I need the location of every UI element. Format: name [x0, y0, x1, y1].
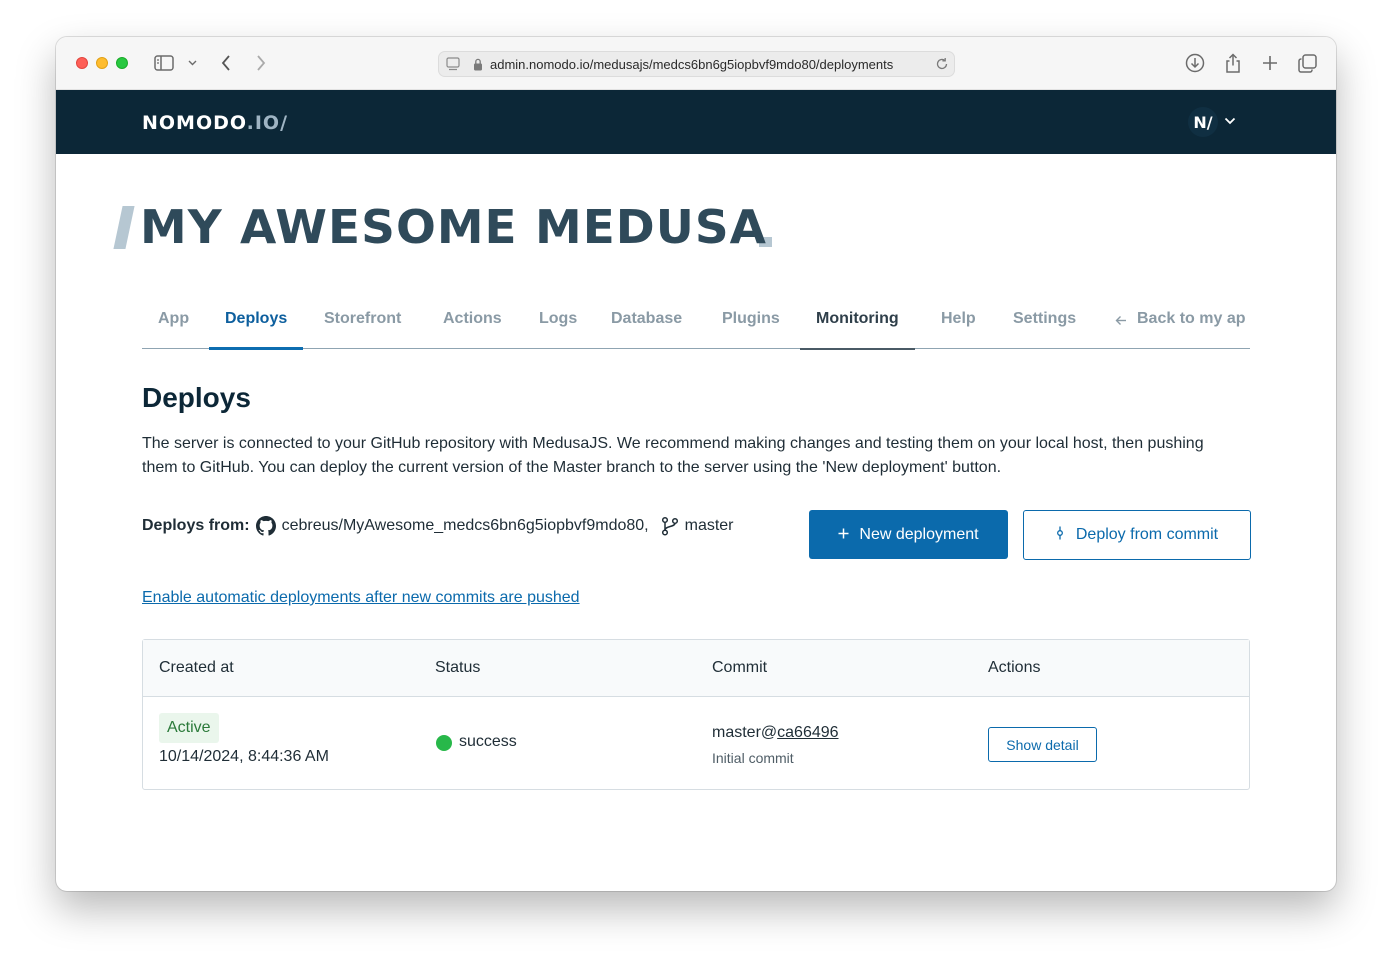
new-deployment-label: New deployment: [859, 525, 979, 543]
tab-back-to-apps[interactable]: Back to my ap: [1115, 295, 1245, 349]
branch-name: master: [684, 517, 734, 534]
commit-icon: [1056, 526, 1064, 545]
section-description: The server is connected to your GitHub r…: [142, 435, 1204, 476]
commit-hash-link[interactable]: ca66496: [777, 724, 838, 741]
new-deployment-button[interactable]: New deployment: [809, 510, 1008, 559]
commit-message: Initial commit: [712, 750, 794, 766]
show-detail-button[interactable]: Show detail: [988, 727, 1097, 762]
tab-bar: App Deploys Storefront Actions Logs Data…: [142, 295, 1250, 350]
column-actions: Actions: [988, 659, 1041, 676]
tab-database[interactable]: Database: [611, 295, 682, 349]
reload-icon[interactable]: [935, 57, 949, 74]
tab-overview-icon[interactable]: [1296, 53, 1318, 73]
project-title: MY AWESOME MEDUSA: [113, 199, 772, 255]
close-window-button[interactable]: [76, 57, 88, 69]
git-branch-icon: [661, 516, 679, 536]
commit-ref: master@ca66496: [712, 724, 839, 742]
back-arrow-icon[interactable]: [218, 53, 234, 73]
logo-text: NOMODO: [142, 112, 247, 134]
github-icon: [255, 516, 276, 536]
deploys-from: Deploys from: cebreus/MyAwesome_medcs6bn…: [142, 516, 734, 536]
tab-app[interactable]: App: [158, 295, 189, 349]
tab-settings[interactable]: Settings: [1013, 295, 1076, 349]
deployments-table: Created at Status Commit Actions Active …: [142, 639, 1250, 790]
repo-name[interactable]: cebreus/MyAwesome_medcs6bn6g5iopbvf9mdo8…: [282, 517, 649, 535]
browser-toolbar: admin.nomodo.io/medusajs/medcs6bn6g5iopb…: [56, 37, 1336, 90]
url-text: admin.nomodo.io/medusajs/medcs6bn6g5iopb…: [490, 57, 894, 72]
address-bar[interactable]: admin.nomodo.io/medusajs/medcs6bn6g5iopb…: [438, 51, 955, 77]
browser-window: admin.nomodo.io/medusajs/medcs6bn6g5iopb…: [56, 37, 1336, 891]
status-badge: Active: [159, 713, 219, 743]
forward-arrow-icon[interactable]: [253, 53, 269, 73]
tab-help[interactable]: Help: [941, 295, 976, 349]
tab-plugins[interactable]: Plugins: [722, 295, 780, 349]
lock-icon: [473, 58, 483, 74]
tab-back-label: Back to my ap: [1137, 310, 1246, 327]
tab-actions[interactable]: Actions: [443, 295, 502, 349]
tab-logs[interactable]: Logs: [539, 295, 577, 349]
deploy-from-commit-button[interactable]: Deploy from commit: [1023, 510, 1251, 560]
app-header: NOMODO.IO/ N/: [56, 90, 1336, 154]
share-icon[interactable]: [1222, 52, 1244, 73]
column-status: Status: [435, 659, 481, 676]
tab-deploys[interactable]: Deploys: [208, 295, 304, 350]
section-heading: Deploys: [142, 382, 251, 413]
chevron-down-icon[interactable]: [1224, 112, 1236, 130]
column-commit: Commit: [712, 659, 768, 676]
deploy-from-commit-label: Deploy from commit: [1075, 526, 1219, 543]
logo-tld: .IO/: [246, 112, 289, 134]
title-slash-decoration: [113, 205, 135, 249]
downloads-icon[interactable]: [1184, 53, 1206, 73]
zoom-window-button[interactable]: [116, 57, 128, 69]
sidebar-toggle-icon[interactable]: [152, 53, 176, 73]
chevron-down-icon[interactable]: [186, 53, 198, 73]
page-settings-icon[interactable]: [446, 57, 460, 74]
deploys-from-label: Deploys from:: [142, 517, 250, 534]
table-header: Created at Status Commit Actions: [143, 640, 1249, 697]
plus-icon: [838, 526, 849, 544]
nomodo-logo[interactable]: NOMODO.IO/: [142, 112, 288, 134]
success-status-icon: [436, 735, 452, 751]
status-value: success: [459, 733, 517, 750]
minimize-window-button[interactable]: [96, 57, 108, 69]
new-tab-icon[interactable]: [1259, 53, 1281, 73]
tab-storefront[interactable]: Storefront: [324, 295, 401, 349]
created-at-value: 10/14/2024, 8:44:36 AM: [159, 748, 329, 765]
tab-monitoring[interactable]: Monitoring: [800, 295, 915, 350]
arrow-left-icon: [1115, 310, 1127, 349]
avatar[interactable]: N/: [1188, 107, 1218, 137]
enable-auto-deploy-link[interactable]: Enable automatic deployments after new c…: [142, 589, 580, 607]
project-name: MY AWESOME MEDUSA: [140, 200, 768, 254]
commit-branch: master@: [712, 724, 778, 741]
column-created-at: Created at: [159, 659, 234, 676]
